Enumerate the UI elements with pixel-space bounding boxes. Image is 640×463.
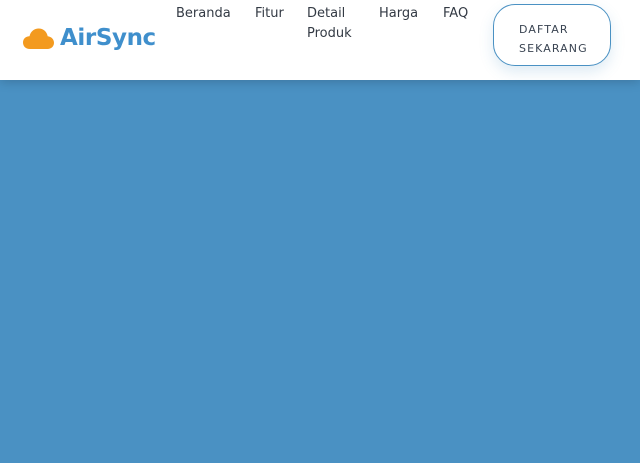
nav-link-faq[interactable]: FAQ [443, 4, 477, 24]
cloud-icon [23, 26, 54, 50]
brand-logo-link[interactable]: AirSync [23, 22, 156, 54]
nav-link-detail-produk[interactable]: Detail Produk [307, 4, 363, 44]
nav-link-fitur[interactable]: Fitur [255, 4, 289, 24]
navbar: AirSync Beranda Fitur Detail Produk Harg… [0, 0, 640, 80]
register-button-label: DAFTAR SEKARANG [519, 23, 588, 55]
brand-name: AirSync [60, 24, 156, 51]
hero-section [0, 80, 640, 463]
nav-link-beranda[interactable]: Beranda [176, 4, 236, 24]
register-button[interactable]: DAFTAR SEKARANG [493, 4, 611, 66]
nav-link-harga[interactable]: Harga [379, 4, 425, 24]
